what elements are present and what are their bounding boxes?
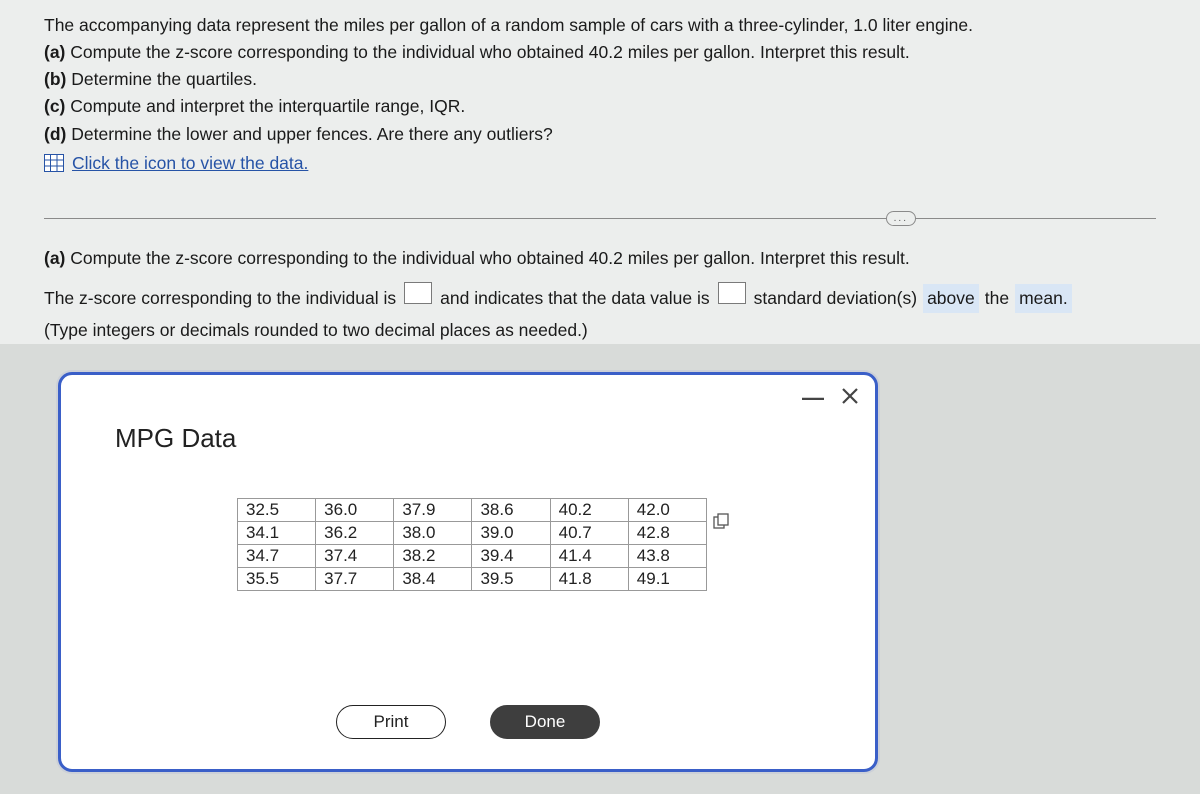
part-a-label: (a) (44, 42, 65, 62)
ellipsis-button[interactable]: ... (886, 211, 916, 226)
answer-heading-text: Compute the z-score corresponding to the… (70, 248, 910, 268)
table-cell: 38.2 (394, 545, 472, 568)
part-a-text: Compute the z-score corresponding to the… (70, 42, 910, 62)
part-c-text: Compute and interpret the interquartile … (70, 96, 465, 116)
view-data-link[interactable]: Click the icon to view the data. (72, 150, 308, 177)
table-cell: 34.7 (238, 545, 316, 568)
part-d-text: Determine the lower and upper fences. Ar… (71, 124, 553, 144)
modal-window-controls: — (802, 385, 859, 411)
minimize-icon[interactable]: — (802, 385, 823, 411)
table-cell: 40.2 (550, 499, 628, 522)
rounding-hint: (Type integers or decimals rounded to tw… (44, 317, 1156, 344)
sentence-frag-1: The z-score corresponding to the individ… (44, 285, 396, 312)
table-icon[interactable] (44, 154, 64, 172)
divider-line (44, 218, 1156, 219)
table-row: 35.5 37.7 38.4 39.5 41.8 49.1 (238, 568, 707, 591)
part-b-label: (b) (44, 69, 66, 89)
table-cell: 38.6 (472, 499, 550, 522)
sentence-frag-3: standard deviation(s) (754, 285, 917, 312)
table-cell: 39.5 (472, 568, 550, 591)
part-a: (a) Compute the z-score corresponding to… (44, 39, 1156, 66)
section-divider: ... (44, 211, 1156, 225)
zscore-input[interactable] (404, 282, 432, 304)
question-intro: The accompanying data represent the mile… (44, 12, 1156, 39)
table-cell: 40.7 (550, 522, 628, 545)
table-cell: 36.0 (316, 499, 394, 522)
part-d-label: (d) (44, 124, 66, 144)
table-cell: 38.0 (394, 522, 472, 545)
part-c: (c) Compute and interpret the interquart… (44, 93, 1156, 120)
table-cell: 43.8 (628, 545, 706, 568)
part-b-text: Determine the quartiles. (71, 69, 257, 89)
table-cell: 41.8 (550, 568, 628, 591)
table-cell: 37.4 (316, 545, 394, 568)
part-c-label: (c) (44, 96, 65, 116)
table-cell: 39.4 (472, 545, 550, 568)
table-cell: 41.4 (550, 545, 628, 568)
question-page: The accompanying data represent the mile… (0, 0, 1200, 344)
part-b: (b) Determine the quartiles. (44, 66, 1156, 93)
table-cell: 38.4 (394, 568, 472, 591)
table-cell: 42.0 (628, 499, 706, 522)
table-cell: 34.1 (238, 522, 316, 545)
answer-sentence: The z-score corresponding to the individ… (44, 282, 1156, 313)
print-button[interactable]: Print (336, 705, 446, 739)
table-cell: 39.0 (472, 522, 550, 545)
done-button[interactable]: Done (490, 705, 600, 739)
reference-dropdown[interactable]: mean. (1015, 284, 1072, 313)
table-row: 34.1 36.2 38.0 39.0 40.7 42.8 (238, 522, 707, 545)
answer-heading: (a) Compute the z-score corresponding to… (44, 245, 1156, 272)
sentence-frag-2: and indicates that the data value is (440, 285, 710, 312)
data-table-wrap: 32.5 36.0 37.9 38.6 40.2 42.0 34.1 36.2 … (237, 498, 707, 591)
copy-icon[interactable] (713, 513, 729, 534)
mpg-data-modal: — MPG Data 32.5 36.0 37.9 38.6 40.2 42.0… (58, 372, 878, 772)
table-row: 34.7 37.4 38.2 39.4 41.4 43.8 (238, 545, 707, 568)
close-icon[interactable] (841, 385, 859, 411)
sd-count-input[interactable] (718, 282, 746, 304)
table-row: 32.5 36.0 37.9 38.6 40.2 42.0 (238, 499, 707, 522)
table-cell: 37.9 (394, 499, 472, 522)
table-cell: 49.1 (628, 568, 706, 591)
data-link-row: Click the icon to view the data. (44, 150, 1156, 177)
table-cell: 36.2 (316, 522, 394, 545)
table-cell: 37.7 (316, 568, 394, 591)
modal-title: MPG Data (61, 375, 875, 454)
part-d: (d) Determine the lower and upper fences… (44, 121, 1156, 148)
table-cell: 35.5 (238, 568, 316, 591)
sentence-frag-4: the (985, 285, 1009, 312)
mpg-data-table: 32.5 36.0 37.9 38.6 40.2 42.0 34.1 36.2 … (237, 498, 707, 591)
table-cell: 32.5 (238, 499, 316, 522)
modal-button-row: Print Done (61, 705, 875, 739)
table-cell: 42.8 (628, 522, 706, 545)
direction-dropdown[interactable]: above (923, 284, 979, 313)
answer-heading-label: (a) (44, 248, 65, 268)
